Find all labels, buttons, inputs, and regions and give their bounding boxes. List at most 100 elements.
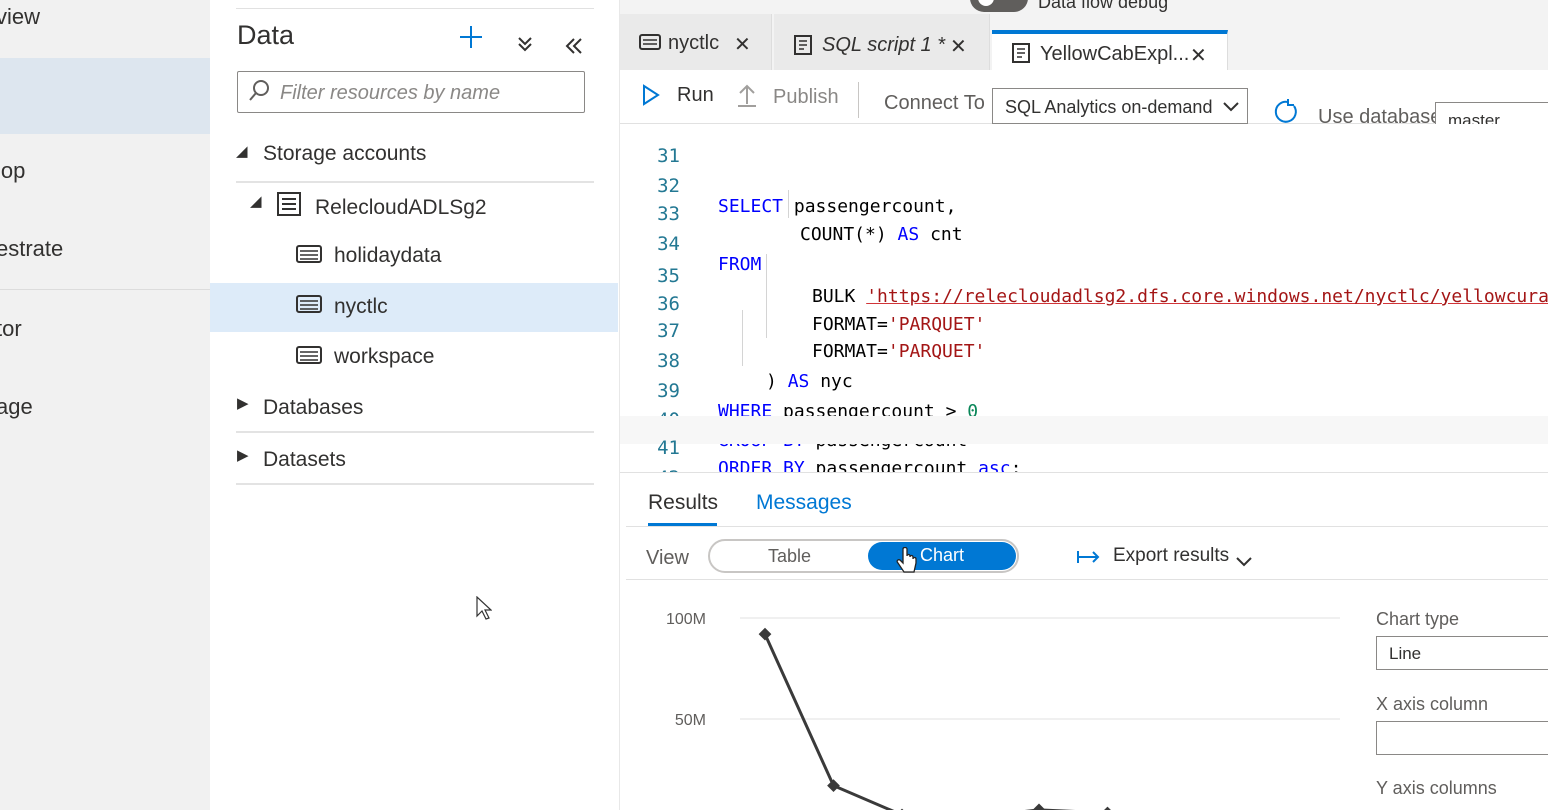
- view-label: View: [646, 547, 689, 569]
- container-icon: [295, 293, 323, 320]
- tree-label: holidaydata: [334, 244, 442, 267]
- left-nav: view lop estrate tor age: [0, 0, 210, 810]
- publish-label: Publish: [773, 86, 839, 108]
- tree-label: nyctlc: [334, 295, 388, 318]
- storage-account-icon: [276, 191, 302, 222]
- chevron-down-icon: [1223, 99, 1239, 117]
- code-line: 32 SELECT passengercount,: [620, 154, 1548, 217]
- tree-container-nyctlc[interactable]: nyctlc: [210, 283, 618, 332]
- expanded-caret-icon: ◢: [236, 143, 248, 160]
- code-line: 39 WHERE passengercount > 0: [620, 359, 1548, 422]
- collapse-panel-icon[interactable]: [564, 34, 584, 62]
- export-icon: [1076, 549, 1102, 571]
- connect-to-value: SQL Analytics on-demand: [1005, 97, 1213, 117]
- nav-item-label: estrate: [0, 236, 64, 261]
- nav-item-label: tor: [0, 316, 22, 341]
- filter-input[interactable]: Filter resources by name: [237, 71, 585, 113]
- run-label: Run: [677, 84, 714, 106]
- line-chart: 100M 50M: [666, 611, 1340, 810]
- y-tick-label: 50M: [675, 712, 706, 729]
- search-icon: [248, 79, 270, 108]
- tree-container-workspace[interactable]: workspace: [210, 334, 618, 380]
- tree-label: Datasets: [263, 448, 346, 471]
- script-icon: [792, 34, 814, 61]
- code-line-current: 41 ORDER BY passengercount asc;: [620, 416, 1548, 479]
- close-icon[interactable]: ✕: [950, 34, 967, 59]
- play-icon: [642, 84, 660, 112]
- chart-type-label: Chart type: [1376, 609, 1460, 629]
- tab-messages[interactable]: Messages: [756, 491, 852, 515]
- results-divider: [626, 579, 1548, 580]
- chart-type-value: Line: [1389, 644, 1422, 663]
- nav-item-selected[interactable]: [0, 58, 210, 134]
- tab-sql-script-1[interactable]: SQL script 1 * ✕: [774, 14, 990, 72]
- view-chart-option[interactable]: Chart: [868, 542, 1016, 570]
- tab-nyctlc[interactable]: nyctlc ✕: [620, 14, 772, 72]
- toolbar-divider: [858, 82, 859, 118]
- tree-label: Storage accounts: [263, 142, 427, 165]
- nav-item-manage[interactable]: age: [0, 386, 210, 430]
- editor-toolbar: Run Publish Connect To SQL Analytics on-…: [620, 70, 1548, 138]
- tree-databases[interactable]: ▶ Databases: [210, 384, 618, 430]
- data-panel: Data Filter resources by name ◢ Storage …: [210, 0, 620, 810]
- tree-datasets[interactable]: ▶ Datasets: [210, 436, 618, 482]
- container-icon: [295, 243, 323, 270]
- view-table-option[interactable]: Table: [768, 546, 811, 567]
- data-flow-debug-toggle[interactable]: [970, 0, 1028, 12]
- view-chart-label: Chart: [920, 545, 965, 565]
- view-toggle: Table Chart: [708, 539, 1019, 573]
- code-line: 33 COUNT(*) AS cnt: [620, 182, 1548, 245]
- code-line: 38 ) AS nyc: [620, 329, 1548, 392]
- code-editor[interactable]: 31 32 SELECT passengercount, 33 COUNT(*)…: [620, 124, 1548, 489]
- nav-item-develop[interactable]: lop: [0, 150, 210, 194]
- tree-divider: [236, 181, 594, 183]
- code-line: 40 GROUP BY passengercount: [620, 388, 1548, 451]
- tab-yellowcab[interactable]: YellowCabExpl... ✕: [992, 30, 1228, 72]
- y-axis-columns-label: Y axis columns: [1376, 778, 1497, 798]
- tree-account[interactable]: ◢ RelecloudADLSg2: [210, 184, 618, 230]
- container-icon: [295, 344, 323, 371]
- data-point[interactable]: [758, 627, 772, 641]
- close-icon[interactable]: ✕: [1190, 43, 1207, 68]
- nav-divider: [0, 289, 210, 290]
- results-pane: Results Messages View Table Chart Export…: [620, 472, 1548, 810]
- panel-top-rule: [236, 8, 594, 9]
- nav-item-label: lop: [0, 158, 26, 183]
- data-point[interactable]: [1032, 803, 1046, 810]
- connect-to-label: Connect To: [884, 92, 985, 114]
- data-point[interactable]: [1101, 806, 1114, 810]
- nav-item-monitor[interactable]: tor: [0, 308, 210, 352]
- code-line: 37 FORMAT='PARQUET': [620, 299, 1548, 362]
- data-point[interactable]: [827, 779, 840, 793]
- tab-label: nyctlc: [668, 32, 720, 54]
- connect-to-select[interactable]: SQL Analytics on-demand: [992, 88, 1248, 124]
- x-axis-column-select[interactable]: [1376, 721, 1548, 755]
- tree-label: RelecloudADLSg2: [315, 196, 487, 219]
- results-divider: [626, 526, 1548, 527]
- export-label: Export results: [1113, 545, 1230, 566]
- y-tick-label: 100M: [666, 611, 706, 628]
- nav-item-overview[interactable]: view: [0, 0, 210, 40]
- tree-divider: [236, 483, 594, 485]
- x-axis-column-label: X axis column: [1376, 694, 1489, 714]
- mouse-cursor-icon: [476, 595, 493, 625]
- collapsed-caret-icon: ▶: [237, 447, 249, 464]
- chart-type-select[interactable]: Line: [1376, 636, 1548, 670]
- tree-container-holidaydata[interactable]: holidaydata: [210, 233, 618, 279]
- chevron-down-icon: [1236, 551, 1252, 573]
- data-flow-debug-label: Data flow debug: [1038, 0, 1169, 12]
- container-icon: [638, 32, 662, 57]
- tree-label: Databases: [263, 396, 364, 419]
- code-line: 31: [620, 124, 1548, 167]
- nav-item-label: age: [0, 394, 33, 419]
- tree-storage-accounts[interactable]: ◢ Storage accounts: [210, 130, 618, 176]
- add-icon[interactable]: [458, 24, 484, 57]
- tab-label: YellowCabExpl...: [1040, 43, 1190, 65]
- code-line: 42: [620, 446, 1548, 489]
- nav-item-orchestrate[interactable]: estrate: [0, 228, 210, 272]
- tree-label: workspace: [334, 345, 435, 368]
- tab-results[interactable]: Results: [648, 491, 718, 515]
- close-icon[interactable]: ✕: [734, 32, 751, 57]
- expand-all-icon[interactable]: [516, 32, 534, 60]
- tree-divider: [236, 431, 594, 433]
